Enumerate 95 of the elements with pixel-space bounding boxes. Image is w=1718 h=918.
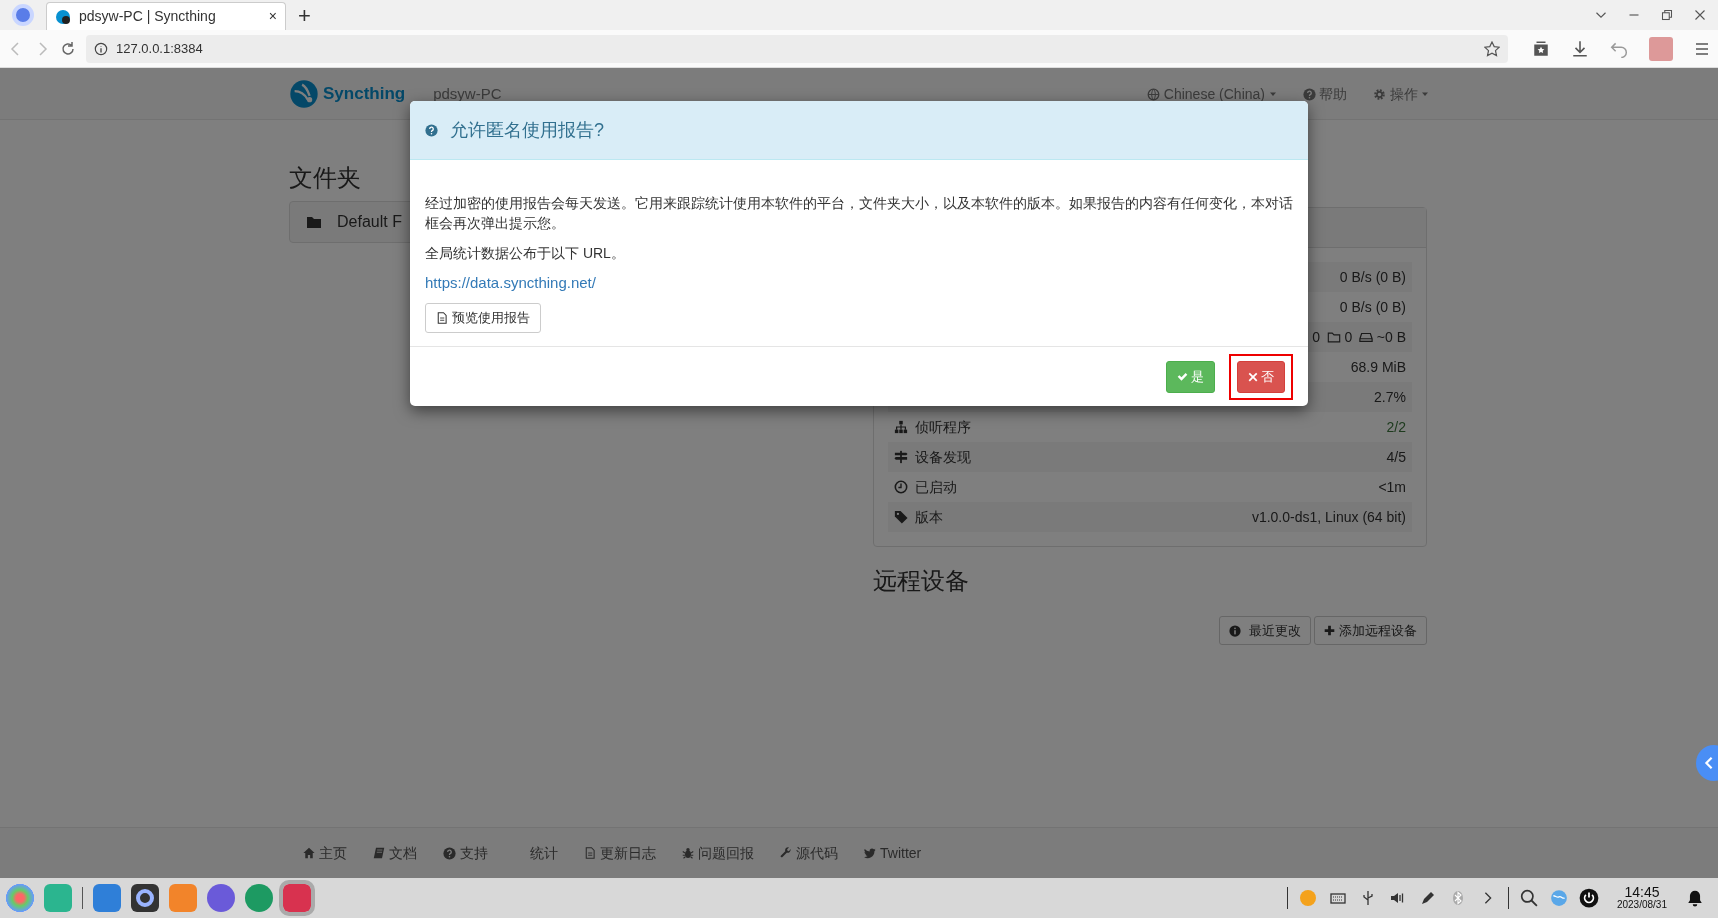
hard-drive-icon [1359,330,1374,344]
navbar-menu[interactable]: 帮助 [1302,83,1347,105]
book-icon [373,847,385,859]
footer-link[interactable]: 源代码 [780,842,838,864]
footer-link[interactable]: 支持 [443,842,488,864]
modal-text: 全局统计数据公布于以下 URL。 [425,243,626,263]
clock-icon [894,480,908,494]
folder-icon [1327,330,1341,344]
footer-link[interactable]: 主页 [303,842,347,864]
stat-label: 版本 [915,507,943,527]
modal-title: 允许匿名使用报告? [450,118,604,142]
launcher-icon[interactable] [6,884,34,912]
app-icon[interactable] [245,884,273,912]
browser-app-icon[interactable] [131,884,159,912]
volume-icon[interactable] [1389,890,1406,906]
info-icon [94,41,108,56]
navbar-menu[interactable]: 操作 [1373,83,1429,105]
tab-close-button[interactable]: × [268,6,277,27]
tab-title: pdsyw-PC | Syncthing [79,7,217,26]
document-icon [584,847,596,859]
signpost-icon [894,450,908,464]
stat-label: 侦听程序 [915,417,971,437]
clock-date[interactable]: 2023/08/31 [1616,900,1667,911]
modal-text: 经过加密的使用报告会每天发送。它用来跟踪统计使用本软件的平台，文件夹大小，以及本软件的版本。如果报告的内容有任何变化，本对话框会再次弹出提示您。 [425,194,1293,234]
bird-icon [864,847,876,859]
sitemap-icon [894,420,908,434]
stat-value: 0 [1344,327,1353,347]
bookmark-star-icon[interactable] [1484,40,1500,57]
syncthing-favicon-icon [55,8,71,25]
home-icon [303,847,315,859]
restore-icon[interactable] [1661,9,1673,21]
footer-link[interactable]: 更新日志 [584,842,656,864]
gear-icon [1373,87,1386,101]
document-icon [436,312,448,325]
plus-icon [1324,625,1335,637]
notification-bell-icon[interactable] [1686,889,1704,907]
device-name: pdsyw-PC [433,83,502,104]
check-icon [1177,371,1188,383]
stat-value: 0 [1312,327,1320,347]
no-button[interactable]: 否 [1237,361,1285,393]
section-heading: 远程设备 [873,567,970,596]
download-icon[interactable] [1571,39,1589,58]
yes-button[interactable]: 是 [1166,361,1215,393]
action-button[interactable]: 最近更改 [1219,615,1311,646]
caret-icon [1268,90,1277,98]
avatar-icon[interactable] [1649,36,1673,61]
preview-report-button[interactable]: 预览使用报告 [425,302,541,334]
tag-icon [894,510,908,524]
stat-value: <1m [1378,477,1406,497]
stat-value: 0 B/s (0 B) [1339,297,1406,317]
stat-value: v1.0.0-ds1, Linux (64 bit) [1251,507,1406,527]
stat-label: 设备发现 [915,447,971,467]
stats-link[interactable]: https://data.syncthing.net/ [425,273,596,291]
app-icon[interactable] [207,884,235,912]
keyboard-icon[interactable] [1329,890,1346,906]
browser-tab[interactable]: pdsyw-PC | Syncthing × [46,2,286,30]
bug-icon [682,847,694,859]
folder-name: Default F [337,211,402,232]
footer-link[interactable]: 问题回报 [682,842,754,864]
stat-value: ~0 B [1376,327,1406,347]
question-icon [443,846,456,860]
clock-time[interactable]: 14:45 [1624,885,1660,901]
footer-link[interactable]: 统计 [514,842,558,864]
info-icon [1229,624,1241,637]
browser-logo-icon[interactable] [12,4,34,26]
menu-icon[interactable] [1694,40,1710,57]
section-heading: 文件夹 [289,164,362,193]
stat-value: 2.7% [1374,387,1406,407]
close-icon [1248,372,1258,382]
stat-value: 0 B/s (0 B) [1339,267,1406,287]
footer-link[interactable]: 文档 [373,842,417,864]
globe-icon [1147,87,1161,101]
pen-icon[interactable] [1419,890,1436,906]
reload-icon[interactable] [60,40,76,57]
stat-value: 2/2 [1386,417,1406,437]
globe-icon[interactable] [1549,889,1568,907]
navbar-menu[interactable]: Chinese (China) [1147,83,1277,105]
power-icon[interactable] [1578,888,1599,908]
address-bar[interactable]: 127.0.0.1:8384 [86,34,1508,63]
action-button[interactable]: 添加远程设备 [1314,615,1427,646]
caret-icon [1421,90,1429,98]
syncthing-logo-icon[interactable] [289,79,319,109]
stat-value: 4/5 [1386,447,1406,467]
stat-value: 68.9 MiB [1350,357,1406,377]
question-icon [1302,87,1316,101]
question-icon [425,123,438,137]
new-tab-button[interactable]: + [298,2,311,30]
search-icon[interactable] [1519,889,1538,907]
stat-label: 已启动 [915,477,957,497]
close-icon[interactable] [1694,9,1706,21]
brand-name[interactable]: Syncthing [323,81,406,107]
footer-link[interactable]: Twitter [864,842,922,864]
collections-icon[interactable] [1532,39,1550,58]
app-icon[interactable] [93,884,121,912]
wrench-icon [780,847,792,859]
